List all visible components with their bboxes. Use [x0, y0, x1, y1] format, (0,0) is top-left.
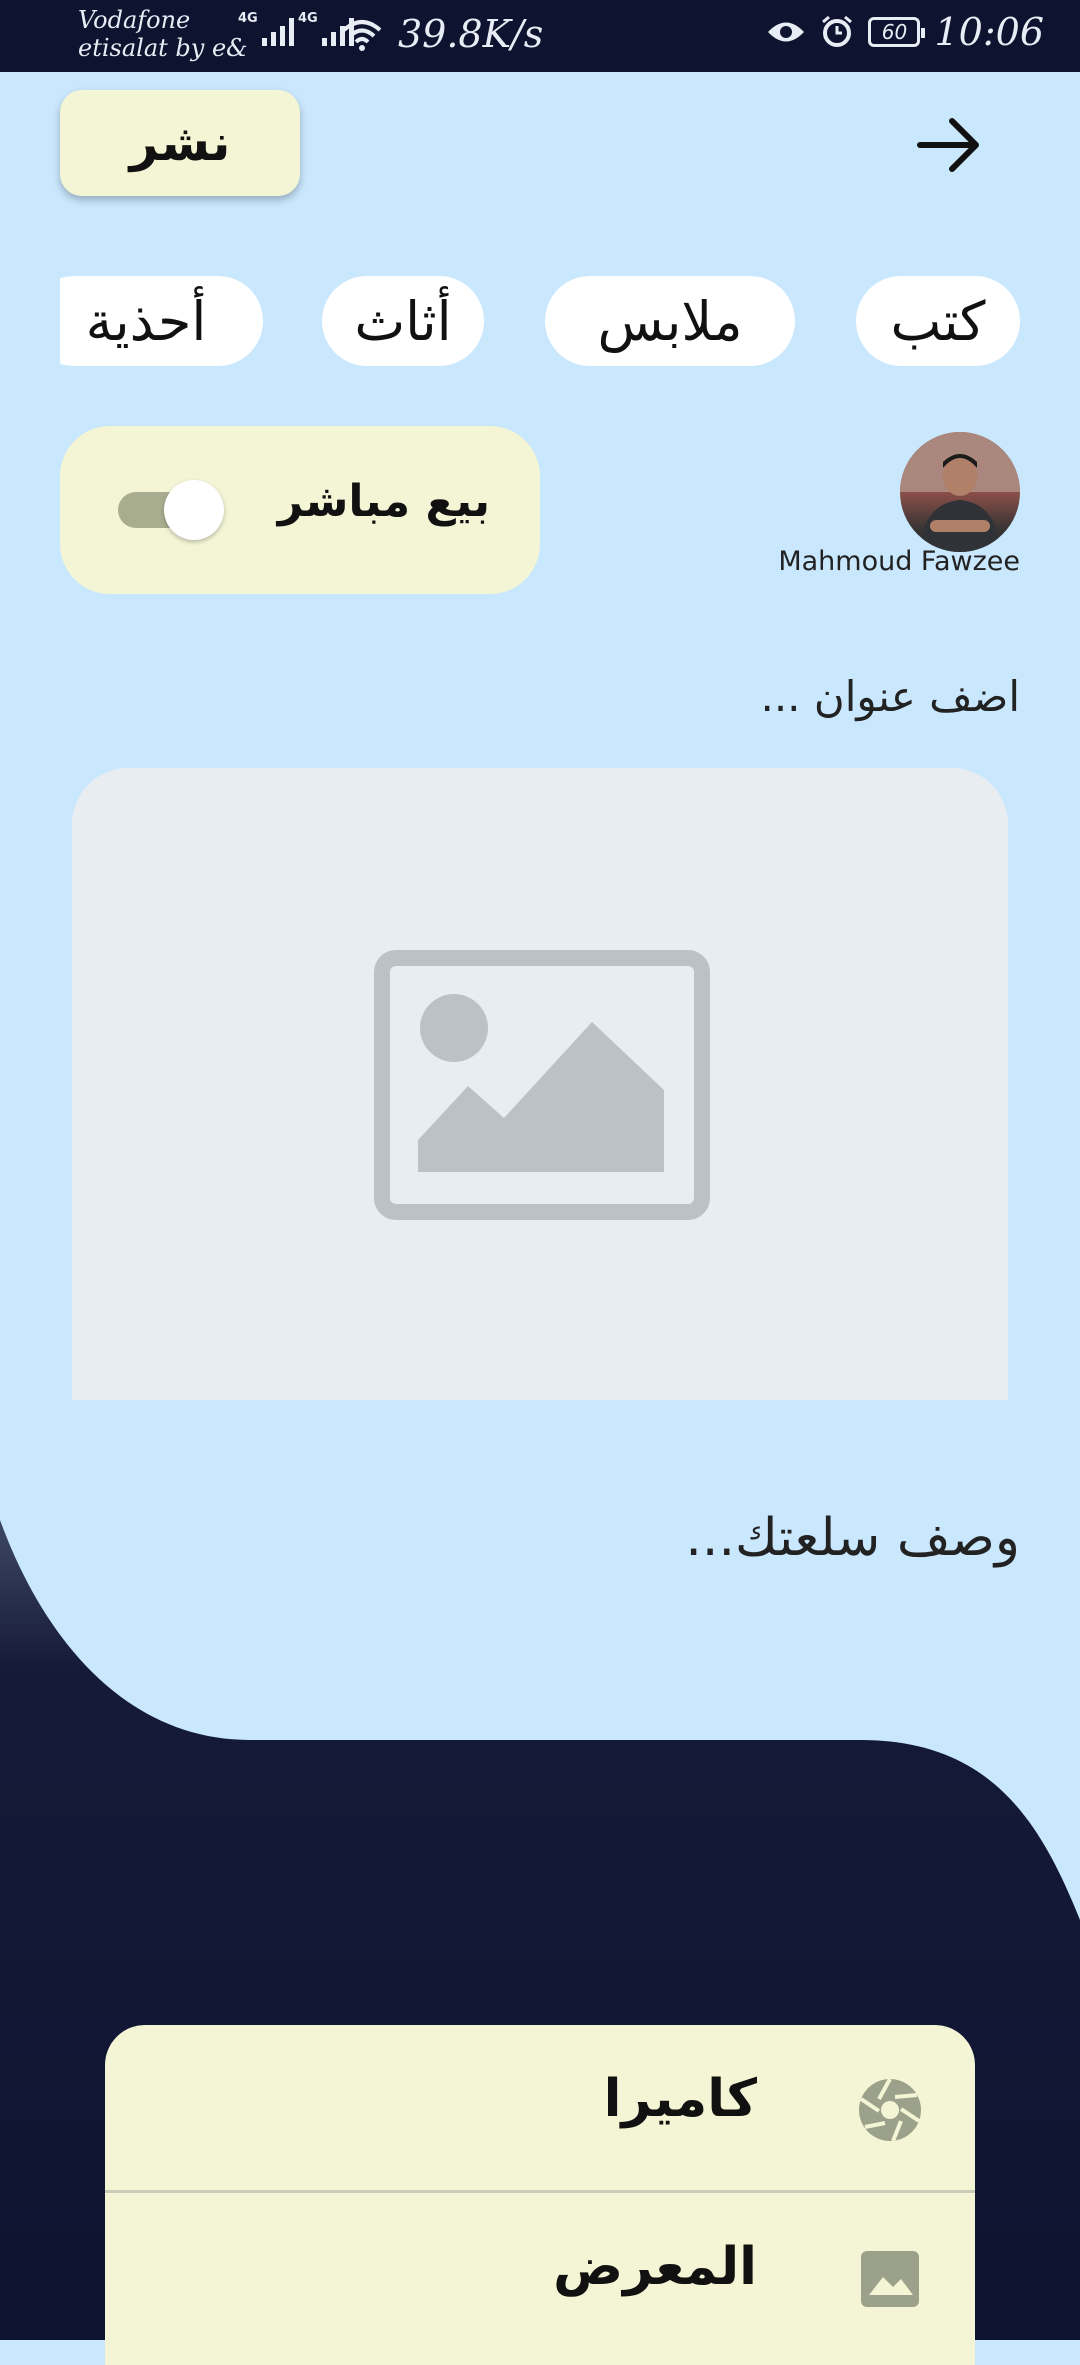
signal-icon-1: 4G [238, 11, 294, 46]
camera-aperture-icon [859, 2078, 921, 2142]
publish-button[interactable]: نشر [60, 90, 300, 196]
image-source-sheet: كاميرا المعرض [105, 2025, 975, 2365]
camera-option-label: كاميرا [603, 2069, 757, 2129]
title-input[interactable]: اضف عنوان ... [760, 672, 1020, 721]
gallery-option-label: المعرض [553, 2237, 757, 2297]
image-picker-area[interactable] [72, 768, 1008, 1400]
user-photo [900, 432, 1020, 552]
alarm-icon [822, 15, 853, 47]
gallery-icon [861, 2251, 919, 2307]
clock: 10:06 [934, 10, 1044, 54]
camera-option[interactable]: كاميرا [105, 2025, 975, 2193]
avatar [900, 432, 1020, 552]
carrier-name-2: etisalat by e& [78, 34, 248, 62]
network-speed: 39.8K/s [398, 12, 544, 56]
image-placeholder-icon [374, 950, 710, 1220]
direct-sale-toggle[interactable] [118, 480, 226, 540]
eye-icon [768, 22, 805, 42]
wifi-icon [342, 20, 382, 51]
category-chips: كتب ملابس أثاث أحذية [60, 276, 1020, 366]
status-right: 60 10:06 [766, 10, 1044, 54]
carrier-name-1: Vodafone [78, 6, 191, 34]
category-chip-books[interactable]: كتب [856, 276, 1020, 366]
arrow-forward-icon[interactable] [914, 110, 984, 180]
category-chip-shoes[interactable]: أحذية [60, 276, 263, 366]
username: Mahmoud Fawzee [778, 546, 1020, 577]
status-bar: Vodafone etisalat by e& 4G 4G 39.8K/s 60… [0, 0, 1080, 72]
category-chip-clothes[interactable]: ملابس [545, 276, 795, 366]
direct-sale-label: بيع مباشر [277, 476, 490, 527]
carrier-info: Vodafone etisalat by e& [78, 6, 248, 62]
gallery-option[interactable]: المعرض [105, 2193, 975, 2361]
direct-sale-card: بيع مباشر [60, 426, 540, 594]
category-chip-furniture[interactable]: أثاث [322, 276, 484, 366]
battery-icon: 60 [868, 17, 926, 47]
